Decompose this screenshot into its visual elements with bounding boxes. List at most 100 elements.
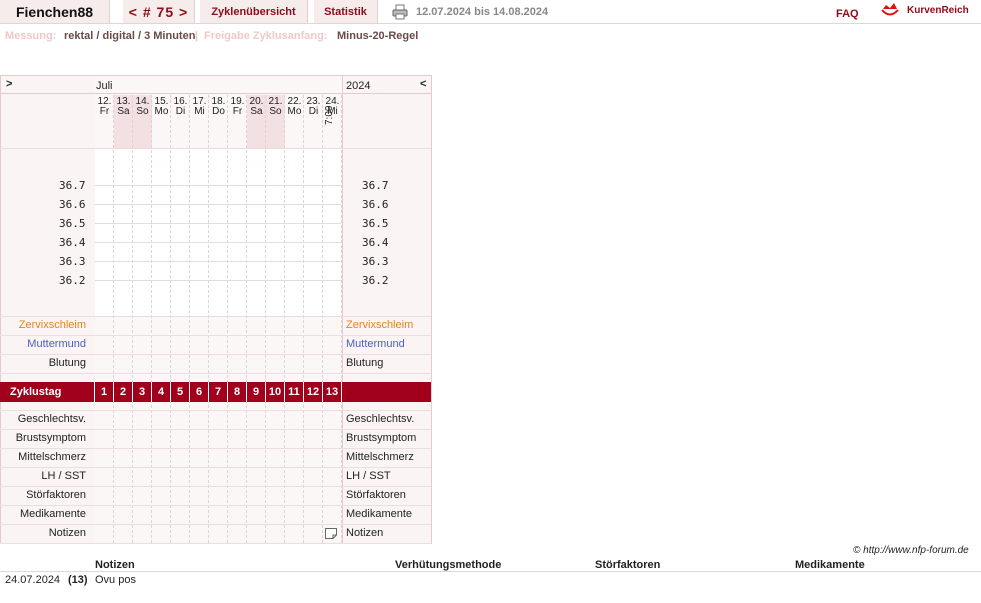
day-weekday: Di	[308, 106, 319, 117]
day-weekday: Mo	[154, 106, 169, 117]
row-stoerfaktoren-label-left: Störfaktoren	[26, 489, 86, 501]
temperature-label-left: 36.4	[59, 236, 86, 249]
cycle-day-number: 12	[304, 382, 323, 402]
day-weekday: Do	[212, 106, 225, 117]
note-icon[interactable]	[325, 528, 337, 539]
username-tab[interactable]: Fienchen88	[0, 0, 110, 23]
cycle-day-number: 8	[228, 382, 247, 402]
day-column-line	[246, 95, 247, 543]
day-header[interactable]: 12. Fr	[95, 97, 114, 117]
month-label: Juli	[96, 80, 113, 92]
day-column-line	[189, 95, 190, 543]
row-divider	[0, 448, 431, 449]
day-weekday: Fr	[99, 106, 110, 117]
row-divider	[0, 486, 431, 487]
temperature-label-right: 36.4	[362, 236, 389, 249]
brand-logo-icon[interactable]	[880, 1, 900, 19]
measure-time-text: 7:00	[324, 105, 335, 125]
temperature-label-left: 36.5	[59, 217, 86, 230]
row-geschlechtsverkehr-label-right: Geschlechtsv.	[346, 413, 415, 425]
temperature-label-right: 36.6	[362, 198, 389, 211]
date-range: 12.07.2024 bis 14.08.2024	[416, 6, 549, 18]
day-column-line	[227, 95, 228, 543]
notes-header-verhuetung: Verhütungsmethode	[395, 559, 502, 571]
row-divider	[0, 335, 431, 336]
temperature-gridline	[95, 223, 341, 224]
zyklustag-separator	[94, 382, 95, 402]
temperature-label-right: 36.3	[362, 255, 389, 268]
row-divider	[0, 543, 431, 544]
day-header[interactable]: 13. Sa	[114, 97, 133, 117]
day-weekday: So	[136, 106, 149, 117]
tab-zyklenuebersicht[interactable]: Zyklenübersicht	[200, 0, 308, 23]
day-column-line	[322, 95, 323, 543]
row-zervixschleim-label-left: Zervixschleim	[18, 319, 86, 331]
row-divider	[0, 429, 431, 430]
row-brustsymptom-label-left: Brustsymptom	[15, 432, 86, 444]
row-divider	[0, 316, 431, 317]
temperature-gridline	[95, 204, 341, 205]
faq-link[interactable]: FAQ	[836, 8, 859, 20]
day-header[interactable]: 21. So	[266, 97, 285, 117]
temperature-label-right: 36.5	[362, 217, 389, 230]
row-geschlechtsverkehr-label-left: Geschlechtsv.	[17, 413, 86, 425]
notes-header-stoerfaktoren: Störfaktoren	[595, 559, 661, 571]
row-divider	[0, 467, 431, 468]
day-column-line	[284, 95, 285, 543]
cycle-day-number: 1	[95, 382, 114, 402]
cycle-day-number: 11	[285, 382, 304, 402]
cycle-day-number: 10	[266, 382, 285, 402]
row-notizen-label-left: Notizen	[48, 527, 86, 539]
note-text: Ovu pos	[95, 574, 136, 586]
note-cycle-day: (13)	[68, 574, 88, 586]
day-weekday: Mi	[194, 106, 205, 117]
day-header[interactable]: 22. Mo	[285, 97, 304, 117]
day-column-line	[170, 95, 171, 543]
note-date: 24.07.2024	[5, 574, 61, 586]
temperature-gridline	[95, 280, 341, 281]
release-value: Minus-20-Regel	[337, 30, 419, 42]
day-weekday: Di	[175, 106, 186, 117]
row-stoerfaktoren-label-right: Störfaktoren	[346, 489, 406, 501]
row-notizen-label-right: Notizen	[346, 527, 384, 539]
day-header[interactable]: 18. Do	[209, 97, 228, 117]
temperature-gridline	[95, 242, 341, 243]
day-weekday: So	[269, 106, 282, 117]
day-header[interactable]: 20. Sa	[247, 97, 266, 117]
day-column-line	[341, 95, 342, 543]
day-header-divider	[0, 148, 431, 149]
nav-next-button[interactable]: <	[420, 78, 426, 90]
temperature-label-right: 36.7	[362, 179, 389, 192]
day-header[interactable]: 14. So	[133, 97, 152, 117]
temperature-label-right: 36.2	[362, 274, 389, 287]
row-divider	[0, 354, 431, 355]
day-header[interactable]: 17. Mi	[190, 97, 209, 117]
day-header[interactable]: 16. Di	[171, 97, 190, 117]
tab-statistik[interactable]: Statistik	[314, 0, 378, 23]
day-column-line	[208, 95, 209, 543]
cycle-day-number: 4	[152, 382, 171, 402]
day-weekday: Sa	[117, 106, 130, 117]
row-mittelschmerz-label-left: Mittelschmerz	[18, 451, 86, 463]
copyright[interactable]: © http://www.nfp-forum.de	[853, 545, 969, 556]
print-icon[interactable]	[392, 4, 408, 20]
nav-prev-button[interactable]: >	[6, 78, 12, 90]
row-brustsymptom-label-right: Brustsymptom	[346, 432, 417, 444]
row-divider	[0, 505, 431, 506]
day-header[interactable]: 23. Di	[304, 97, 323, 117]
day-header[interactable]: 19. Fr	[228, 97, 247, 117]
temperature-gridline	[95, 261, 341, 262]
temperature-label-left: 36.6	[59, 198, 86, 211]
cycle-day-number: 5	[171, 382, 190, 402]
release-label: Freigabe Zyklusanfang:	[204, 30, 328, 42]
temperature-label-left: 36.2	[59, 274, 86, 287]
day-column-line	[113, 95, 114, 543]
temperature-gridline	[95, 185, 341, 186]
row-divider	[0, 524, 431, 525]
day-header[interactable]: 15. Mo	[152, 97, 171, 117]
measure-time: 7:00	[324, 95, 335, 125]
cycle-navigation[interactable]: < # 75 >	[123, 0, 195, 23]
brand-name[interactable]: KurvenReich	[907, 5, 969, 16]
day-column-line	[132, 95, 133, 543]
row-divider	[0, 410, 431, 411]
